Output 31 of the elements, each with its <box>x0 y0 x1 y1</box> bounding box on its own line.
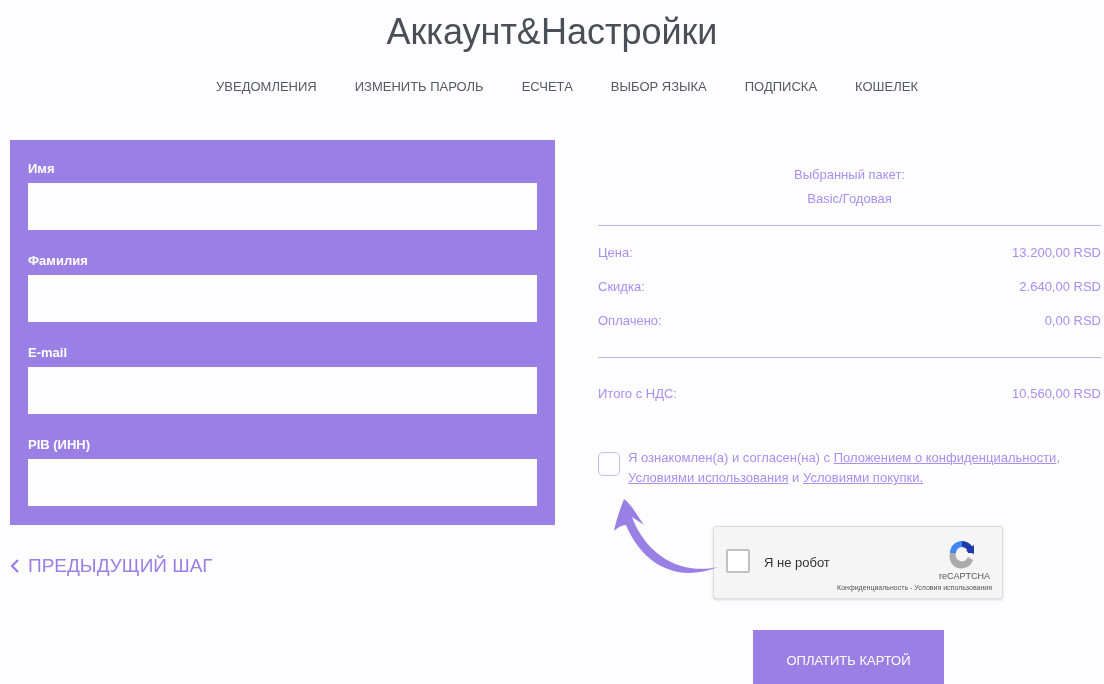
nav-link[interactable]: ЕСЧЕТА <box>521 79 573 94</box>
price-label: Цена: <box>598 244 633 260</box>
field-label: PIB (ИНН) <box>28 437 91 452</box>
price-label: Оплачено: <box>598 312 662 328</box>
price-value: 13.200,00 RSD <box>1012 244 1101 260</box>
agreement-checkbox[interactable] <box>598 452 620 476</box>
input-field[interactable] <box>28 459 537 506</box>
chevron-left-icon <box>10 558 20 574</box>
nav-link[interactable]: ВЫБОР ЯЗЫКА <box>610 79 707 94</box>
price-value: 2.640,00 RSD <box>1019 278 1101 294</box>
captcha-checkbox[interactable] <box>726 549 750 573</box>
captcha-brand: reCAPTCHA <box>939 571 990 581</box>
package-label: Выбранный пакет: <box>794 166 905 184</box>
price-label: Скидка: <box>598 278 645 294</box>
nav-link[interactable]: ПОДПИСКА <box>744 79 818 94</box>
nav-link[interactable]: КОШЕЛЕК <box>855 79 918 94</box>
agreement-text: Я ознакомлен(а) и согласен(на) с Положением о конфиденциальности, Условиями использования и Условиями покупки. <box>628 449 1061 487</box>
total-label: Итого с НДС: <box>598 385 677 401</box>
input-field[interactable] <box>28 183 537 230</box>
nav-link[interactable]: УВЕДОМЛЕНИЯ <box>216 79 317 94</box>
captcha-label: Я не робот <box>764 555 830 570</box>
nav-link[interactable]: ИЗМЕНИТЬ ПАРОЛЬ <box>354 79 484 94</box>
input-field[interactable] <box>28 367 537 414</box>
field-label: E-mail <box>28 345 67 360</box>
page-title: Аккаунт&Настройки <box>386 10 718 54</box>
input-field[interactable] <box>28 275 537 322</box>
package-name: Basic/Годовая <box>807 190 892 208</box>
field-label: Фамилия <box>28 253 88 268</box>
field-label: Имя <box>28 161 55 176</box>
total-value: 10.560,00 RSD <box>1012 385 1101 401</box>
price-value: 0,00 RSD <box>1044 312 1101 328</box>
